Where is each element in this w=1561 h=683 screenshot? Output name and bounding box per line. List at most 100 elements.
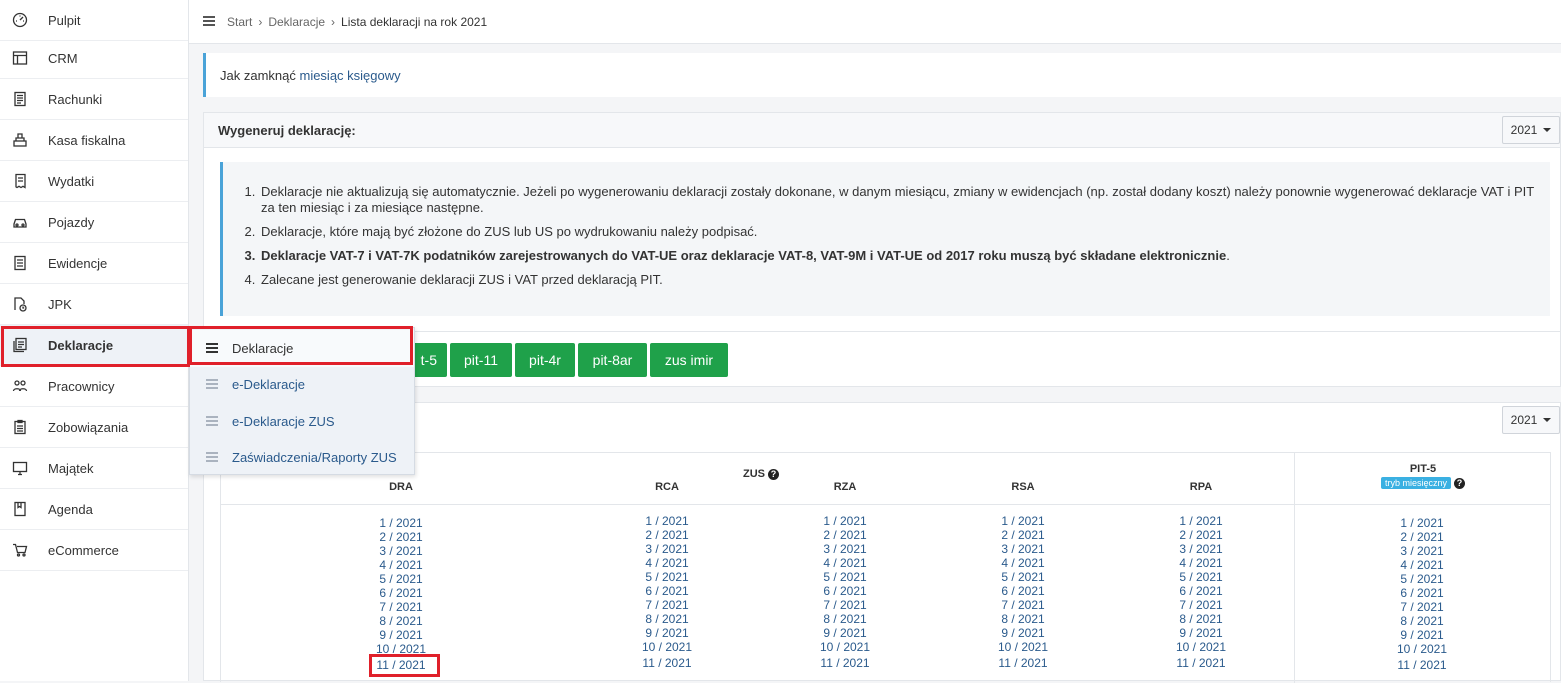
- rza-month-link[interactable]: 10 / 2021: [805, 640, 885, 654]
- sidebar-item-agenda[interactable]: Agenda: [0, 489, 188, 530]
- rpa-month-link[interactable]: 1 / 2021: [1161, 514, 1241, 528]
- rca-month-link[interactable]: 7 / 2021: [627, 598, 707, 612]
- pit-5-month-link[interactable]: 3 / 2021: [1382, 544, 1462, 558]
- pit-5-month-link[interactable]: 5 / 2021: [1382, 572, 1462, 586]
- rca-month-link[interactable]: 10 / 2021: [627, 640, 707, 654]
- sidebar-item-majatek[interactable]: Majątek: [0, 448, 188, 489]
- rca-month-link[interactable]: 9 / 2021: [627, 626, 707, 640]
- info-text: Jak zamknąć: [220, 67, 300, 83]
- sidebar-item-pulpit[interactable]: Pulpit: [0, 0, 188, 41]
- submenu-item-zaswiadczenia-raporty-zus[interactable]: Zaświadczenia/Raporty ZUS: [190, 439, 414, 476]
- rsa-month-link[interactable]: 4 / 2021: [983, 556, 1063, 570]
- rca-month-link[interactable]: 11 / 2021: [627, 656, 707, 670]
- rsa-month-link[interactable]: 10 / 2021: [983, 640, 1063, 654]
- rpa-month-link[interactable]: 11 / 2021: [1161, 656, 1241, 670]
- rza-month-link[interactable]: 2 / 2021: [805, 528, 885, 542]
- rpa-month-link[interactable]: 2 / 2021: [1161, 528, 1241, 542]
- pit-5-month-link[interactable]: 2 / 2021: [1382, 530, 1462, 544]
- rsa-month-link[interactable]: 1 / 2021: [983, 514, 1063, 528]
- sidebar-item-crm[interactable]: CRM: [0, 38, 188, 79]
- rpa-month-link[interactable]: 3 / 2021: [1161, 542, 1241, 556]
- rza-month-link[interactable]: 11 / 2021: [805, 656, 885, 670]
- sidebar-item-rachunki[interactable]: Rachunki: [0, 79, 188, 120]
- rca-month-link[interactable]: 2 / 2021: [627, 528, 707, 542]
- pit-4r-button[interactable]: pit-4r: [515, 343, 575, 377]
- rsa-month-link[interactable]: 11 / 2021: [983, 656, 1063, 670]
- rsa-month-link[interactable]: 6 / 2021: [983, 584, 1063, 598]
- sidebar-item-wydatki[interactable]: Wydatki: [0, 161, 188, 202]
- pit-5-month-link[interactable]: 9 / 2021: [1382, 628, 1462, 642]
- breadcrumb-start[interactable]: Start: [227, 15, 252, 29]
- rca-month-link[interactable]: 3 / 2021: [627, 542, 707, 556]
- rca-month-link[interactable]: 6 / 2021: [627, 584, 707, 598]
- rsa-month-link[interactable]: 3 / 2021: [983, 542, 1063, 556]
- chevron-right-icon: ›: [331, 15, 336, 29]
- rza-month-link[interactable]: 1 / 2021: [805, 514, 885, 528]
- gauge-icon: [11, 11, 29, 29]
- pit-5-month-link[interactable]: 8 / 2021: [1382, 614, 1462, 628]
- dra-month-link[interactable]: 9 / 2021: [361, 628, 441, 642]
- rpa-month-link[interactable]: 7 / 2021: [1161, 598, 1241, 612]
- pit-5-month-link[interactable]: 6 / 2021: [1382, 586, 1462, 600]
- rpa-month-link[interactable]: 8 / 2021: [1161, 612, 1241, 626]
- sidebar-item-pracownicy[interactable]: Pracownicy: [0, 366, 188, 407]
- dra-month-link[interactable]: 5 / 2021: [361, 572, 441, 586]
- rza-month-link[interactable]: 4 / 2021: [805, 556, 885, 570]
- rsa-month-link[interactable]: 5 / 2021: [983, 570, 1063, 584]
- rsa-month-link[interactable]: 8 / 2021: [983, 612, 1063, 626]
- rca-month-link[interactable]: 8 / 2021: [627, 612, 707, 626]
- dra-month-link[interactable]: 1 / 2021: [361, 516, 441, 530]
- breadcrumb-deklaracje[interactable]: Deklaracje: [268, 15, 325, 29]
- info-link-miesiac-ksiegowy[interactable]: miesiąc księgowy: [299, 68, 400, 83]
- rca-month-link[interactable]: 4 / 2021: [627, 556, 707, 570]
- sidebar-item-ecommerce[interactable]: eCommerce: [0, 530, 188, 571]
- dra-month-link[interactable]: 2 / 2021: [361, 530, 441, 544]
- rza-month-link[interactable]: 6 / 2021: [805, 584, 885, 598]
- rpa-month-link[interactable]: 4 / 2021: [1161, 556, 1241, 570]
- sidebar-item-pojazdy[interactable]: Pojazdy: [0, 202, 188, 243]
- rza-month-link[interactable]: 3 / 2021: [805, 542, 885, 556]
- rpa-month-link[interactable]: 6 / 2021: [1161, 584, 1241, 598]
- submenu-item-e-deklaracje-zus[interactable]: e-Deklaracje ZUS: [190, 403, 414, 440]
- rpa-month-link[interactable]: 9 / 2021: [1161, 626, 1241, 640]
- sidebar-item-deklaracje[interactable]: Deklaracje: [0, 325, 188, 366]
- help-icon[interactable]: ?: [768, 468, 780, 480]
- sidebar-item-ewidencje[interactable]: Ewidencje: [0, 243, 188, 284]
- rsa-month-link[interactable]: 2 / 2021: [983, 528, 1063, 542]
- dra-month-link[interactable]: 4 / 2021: [361, 558, 441, 572]
- rca-month-link[interactable]: 5 / 2021: [627, 570, 707, 584]
- column-header-rpa: RPA: [1189, 481, 1213, 493]
- dra-month-link[interactable]: 3 / 2021: [361, 544, 441, 558]
- dra-month-link[interactable]: 7 / 2021: [361, 600, 441, 614]
- dra-month-link[interactable]: 10 / 2021: [361, 642, 441, 656]
- rza-month-link[interactable]: 5 / 2021: [805, 570, 885, 584]
- dra-month-link[interactable]: 8 / 2021: [361, 614, 441, 628]
- pit-11-button[interactable]: pit-11: [450, 343, 512, 377]
- pit-5-month-link[interactable]: 7 / 2021: [1382, 600, 1462, 614]
- submenu-item-deklaracje[interactable]: Deklaracje: [190, 330, 414, 367]
- pit-5-month-link[interactable]: 10 / 2021: [1382, 642, 1462, 656]
- year-select[interactable]: 2021: [1502, 406, 1560, 434]
- pit-8ar-button[interactable]: pit-8ar: [578, 343, 647, 377]
- rca-month-link[interactable]: 1 / 2021: [627, 514, 707, 528]
- pit-5-month-link[interactable]: 11 / 2021: [1382, 658, 1462, 672]
- pit-5-month-link[interactable]: 1 / 2021: [1382, 516, 1462, 530]
- help-icon[interactable]: ?: [1454, 477, 1466, 489]
- sidebar-item-kasa-fiskalna[interactable]: Kasa fiskalna: [0, 120, 188, 161]
- sidebar-item-zobowiazania[interactable]: Zobowiązania: [0, 407, 188, 448]
- submenu-item-e-deklaracje[interactable]: e-Deklaracje: [190, 366, 414, 403]
- rza-month-link[interactable]: 8 / 2021: [805, 612, 885, 626]
- dra-month-link[interactable]: 6 / 2021: [361, 586, 441, 600]
- rsa-month-link[interactable]: 7 / 2021: [983, 598, 1063, 612]
- year-select[interactable]: 2021: [1502, 116, 1560, 144]
- hamburger-menu-icon[interactable]: [203, 16, 215, 26]
- rsa-month-link[interactable]: 9 / 2021: [983, 626, 1063, 640]
- rza-month-link[interactable]: 9 / 2021: [805, 626, 885, 640]
- pit-5-month-link[interactable]: 4 / 2021: [1382, 558, 1462, 572]
- dra-month-link[interactable]: 11 / 2021: [361, 658, 441, 672]
- zus-imir-button[interactable]: zus imir: [650, 343, 728, 377]
- rza-month-link[interactable]: 7 / 2021: [805, 598, 885, 612]
- rpa-month-link[interactable]: 5 / 2021: [1161, 570, 1241, 584]
- sidebar-item-jpk[interactable]: JPK: [0, 284, 188, 325]
- rpa-month-link[interactable]: 10 / 2021: [1161, 640, 1241, 654]
